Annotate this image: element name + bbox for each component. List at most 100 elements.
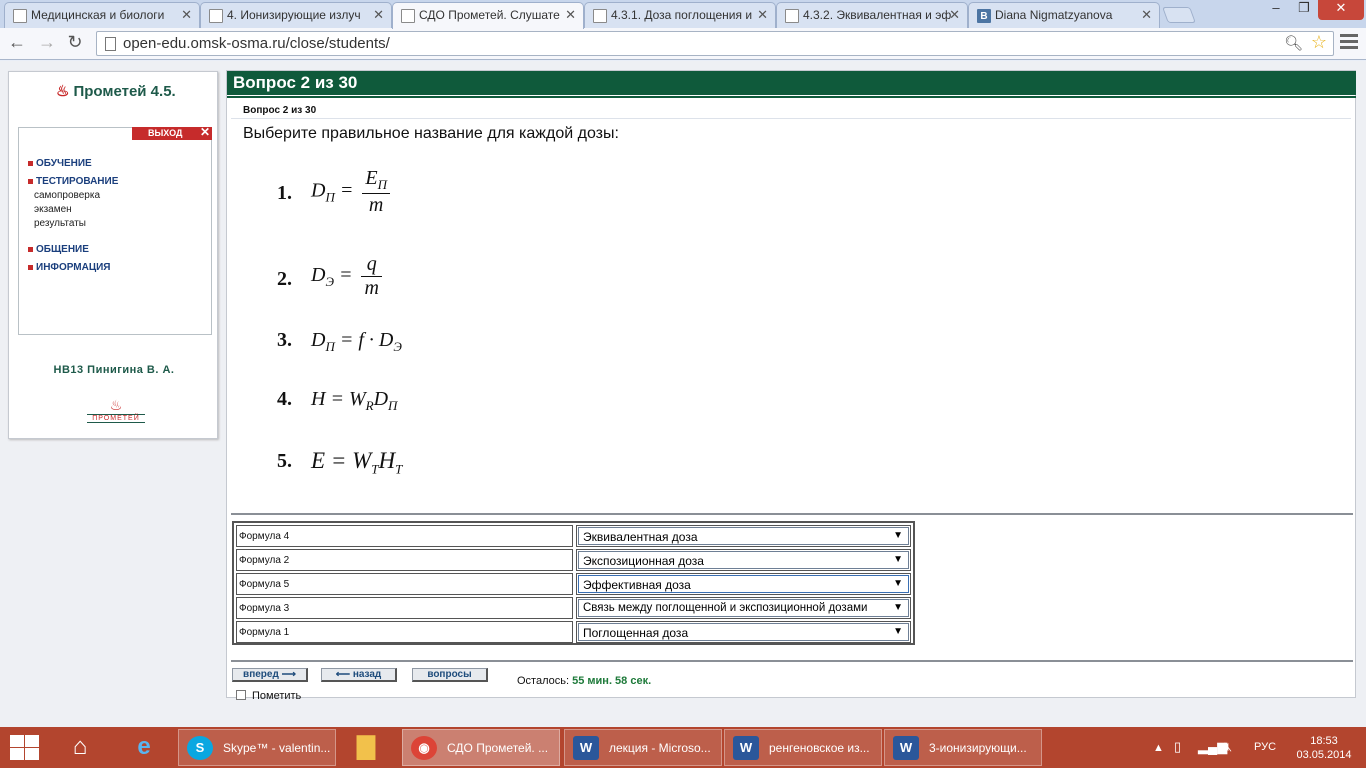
internet-explorer-icon[interactable]: e bbox=[122, 731, 166, 763]
show-hidden-icons[interactable]: ▲ bbox=[1153, 742, 1164, 754]
tab-strip: Медицинская и биологи ✕ 4. Ионизирующие … bbox=[0, 0, 1366, 29]
tab-title: 4.3.2. Эквивалентная и эф bbox=[803, 8, 952, 22]
table-row: Формула 5 Эффективная доза ▼ bbox=[236, 573, 911, 595]
tab-title: 4. Ионизирующие излуч bbox=[227, 8, 361, 22]
dropdown-arrow-icon[interactable]: ▼ bbox=[893, 602, 903, 613]
dropdown-arrow-icon[interactable]: ▼ bbox=[893, 578, 903, 589]
close-tab-icon[interactable]: ✕ bbox=[373, 7, 384, 23]
dropdown-arrow-icon[interactable]: ▼ bbox=[893, 530, 903, 541]
tab-title: Медицинская и биологи bbox=[31, 8, 165, 22]
menu-sub-exam[interactable]: экзамен bbox=[34, 204, 118, 215]
table-row: Формула 4 Эквивалентная доза ▼ bbox=[236, 525, 911, 547]
close-tab-icon[interactable]: ✕ bbox=[757, 7, 768, 23]
word-icon: W bbox=[893, 736, 919, 760]
small-logo-text: ПРОМЕТЕЙ bbox=[87, 414, 145, 423]
scrollbar[interactable] bbox=[1356, 70, 1366, 698]
dropdown-arrow-icon[interactable]: ▼ bbox=[893, 554, 903, 565]
reload-icon[interactable]: ↻ bbox=[64, 32, 86, 54]
forward-arrow-icon[interactable]: → bbox=[36, 32, 58, 54]
close-tab-icon[interactable]: ✕ bbox=[565, 7, 576, 23]
page-icon bbox=[785, 9, 799, 23]
row-label: Формула 5 bbox=[236, 573, 573, 595]
tab-title: 4.3.1. Доза поглощения и bbox=[611, 8, 753, 22]
taskbar-word-2[interactable]: W ренгеновское из... bbox=[724, 729, 882, 766]
question-text: Выберите правильное название для каждой … bbox=[243, 125, 619, 142]
vk-icon: B bbox=[977, 9, 991, 23]
restore-icon[interactable]: ❐ bbox=[1290, 0, 1318, 20]
star-icon[interactable]: ☆ bbox=[1311, 32, 1327, 53]
tab-4[interactable]: 4.3.1. Доза поглощения и ✕ bbox=[584, 2, 776, 28]
menu-item-information[interactable]: ИНФОРМАЦИЯ bbox=[28, 262, 118, 273]
sidebar-menu: ОБУЧЕНИЕ ТЕСТИРОВАНИЕ самопроверка экзам… bbox=[28, 158, 118, 280]
menu-item-study[interactable]: ОБУЧЕНИЕ bbox=[28, 158, 118, 169]
forward-button[interactable]: вперед ⟶ bbox=[232, 668, 308, 682]
new-tab-button[interactable] bbox=[1162, 7, 1196, 23]
tab-6[interactable]: B Diana Nigmatzyanova ✕ bbox=[968, 2, 1160, 28]
folder-icon[interactable]: ▇ bbox=[344, 731, 388, 763]
address-bar[interactable]: open-edu.omsk-osma.ru/close/students/ 🔍︎… bbox=[96, 31, 1334, 56]
menu-icon[interactable] bbox=[1340, 34, 1358, 52]
taskbar-skype[interactable]: S Skype™ - valentin... bbox=[178, 729, 336, 766]
word-icon: W bbox=[573, 736, 599, 760]
language-indicator[interactable]: РУС bbox=[1254, 741, 1276, 753]
tab-1[interactable]: Медицинская и биологи ✕ bbox=[4, 2, 200, 28]
close-icon[interactable]: ✕ bbox=[200, 126, 210, 139]
tab-2[interactable]: 4. Ионизирующие излуч ✕ bbox=[200, 2, 392, 28]
volume-muted-icon[interactable]: 🔇︎ bbox=[1224, 739, 1232, 755]
page-area: ♨ Прометей 4.5. ВЫХОД ✕ ОБУЧЕНИЕ ТЕСТИРОВ… bbox=[0, 61, 1366, 727]
battery-icon[interactable]: ▯ bbox=[1174, 739, 1181, 755]
question-header: Вопрос 2 из 30 bbox=[227, 71, 1357, 98]
answer-select[interactable]: Эффективная доза ▼ bbox=[576, 573, 911, 595]
row-label: Формула 3 bbox=[236, 597, 573, 619]
mark-checkbox[interactable] bbox=[236, 690, 246, 700]
exit-label: ВЫХОД bbox=[148, 128, 183, 138]
taskbar-word-3[interactable]: W 3-ионизирующи... bbox=[884, 729, 1042, 766]
back-arrow-icon[interactable]: ← bbox=[6, 32, 28, 54]
row-label: Формула 2 bbox=[236, 549, 573, 571]
answer-select[interactable]: Связь между поглощенной и экспозиционной… bbox=[576, 597, 911, 619]
taskbar-word-1[interactable]: W лекция - Microso... bbox=[564, 729, 722, 766]
tab-3-active[interactable]: СДО Прометей. Слушате ✕ bbox=[392, 2, 584, 29]
close-tab-icon[interactable]: ✕ bbox=[949, 7, 960, 23]
menu-sub-results[interactable]: результаты bbox=[34, 218, 118, 229]
divider bbox=[231, 660, 1353, 662]
page-icon bbox=[593, 9, 607, 23]
dropdown-arrow-icon[interactable]: ▼ bbox=[893, 626, 903, 637]
windows-start-icon[interactable] bbox=[8, 733, 40, 761]
search-icon[interactable]: 🔍︎ bbox=[1284, 34, 1303, 52]
table-row: Формула 2 Экспозиционная доза ▼ bbox=[236, 549, 911, 571]
taskbar-chrome[interactable]: ◉ СДО Прометей. ... bbox=[402, 729, 560, 766]
page-icon bbox=[209, 9, 223, 23]
signal-icon[interactable]: ▂▄▆ bbox=[1198, 739, 1227, 755]
formula-2: 2. DЭ = qm bbox=[277, 253, 477, 313]
menu-frame: ВЫХОД ✕ ОБУЧЕНИЕ ТЕСТИРОВАНИЕ самопровер… bbox=[18, 126, 212, 335]
word-icon: W bbox=[733, 736, 759, 760]
formula-3: 3. DП = f · DЭ bbox=[277, 329, 402, 354]
tab-5[interactable]: 4.3.2. Эквивалентная и эф ✕ bbox=[776, 2, 968, 28]
taskbar: ⌂ e S Skype™ - valentin... ▇ ◉ СДО Проме… bbox=[0, 727, 1366, 768]
menu-item-communication[interactable]: ОБЩЕНИЕ bbox=[28, 244, 118, 255]
questions-button[interactable]: вопросы bbox=[412, 668, 488, 682]
mark-option[interactable]: Пометить bbox=[236, 690, 301, 702]
answer-select[interactable]: Эквивалентная доза ▼ bbox=[576, 525, 911, 547]
table-row: Формула 3 Связь между поглощенной и эксп… bbox=[236, 597, 911, 619]
menu-sub-self-check[interactable]: самопроверка bbox=[34, 190, 118, 201]
home-icon[interactable]: ⌂ bbox=[58, 731, 102, 763]
time-remaining: Осталось: 55 мин. 58 сек. bbox=[517, 675, 652, 687]
close-tab-icon[interactable]: ✕ bbox=[181, 7, 192, 23]
answer-select[interactable]: Поглощенная доза ▼ bbox=[576, 621, 911, 643]
close-window-icon[interactable]: ✕ bbox=[1318, 0, 1364, 20]
chrome-icon: ◉ bbox=[411, 736, 437, 760]
question-subheader: Вопрос 2 из 30 bbox=[243, 105, 317, 116]
tab-title: СДО Прометей. Слушате bbox=[419, 8, 560, 22]
exit-button[interactable]: ВЫХОД ✕ bbox=[132, 126, 212, 140]
clock[interactable]: 18:53 03.05.2014 bbox=[1294, 734, 1354, 762]
page-icon bbox=[105, 37, 116, 51]
row-label: Формула 4 bbox=[236, 525, 573, 547]
close-tab-icon[interactable]: ✕ bbox=[1141, 7, 1152, 23]
flame-icon: ♨ bbox=[109, 397, 123, 413]
menu-item-testing[interactable]: ТЕСТИРОВАНИЕ bbox=[28, 176, 118, 187]
minimize-icon[interactable]: ‒ bbox=[1262, 0, 1290, 20]
answer-select[interactable]: Экспозиционная доза ▼ bbox=[576, 549, 911, 571]
back-button[interactable]: ⟵ назад bbox=[321, 668, 397, 682]
